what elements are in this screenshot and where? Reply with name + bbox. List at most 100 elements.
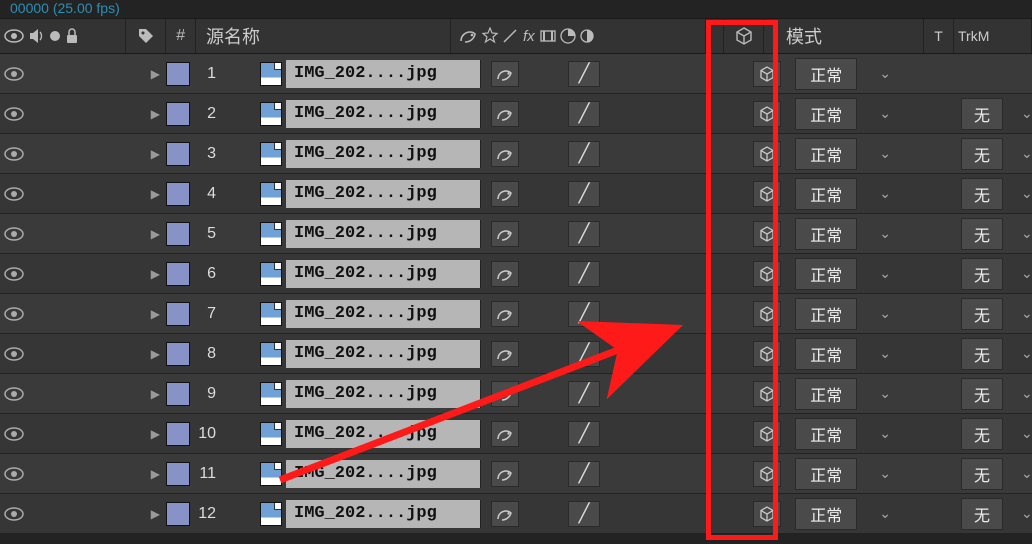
track-matte-dropdown[interactable]: 无	[961, 218, 1003, 250]
track-matte-dropdown[interactable]: 无	[961, 458, 1003, 490]
shy-switch[interactable]	[485, 101, 525, 127]
layer-row[interactable]: ▶ 5 IMG_202....jpg ╱ 正常 ⌄ 无⌄	[0, 214, 1032, 254]
layer-name[interactable]: IMG_202....jpg	[286, 100, 481, 128]
expand-toggle[interactable]: ▶	[126, 307, 166, 321]
3d-switch[interactable]	[747, 181, 787, 207]
star-icon[interactable]	[481, 27, 499, 45]
3d-switch[interactable]	[747, 261, 787, 287]
color-swatch[interactable]	[166, 462, 190, 486]
expand-toggle[interactable]: ▶	[126, 187, 166, 201]
color-swatch[interactable]	[166, 302, 190, 326]
3d-switch[interactable]	[747, 461, 787, 487]
quality-switch[interactable]: ╱	[563, 341, 605, 367]
motion-blur-icon[interactable]	[559, 27, 577, 45]
expand-toggle[interactable]: ▶	[126, 267, 166, 281]
label-header[interactable]	[126, 19, 166, 53]
visibility-toggle[interactable]	[0, 147, 28, 161]
quality-switch[interactable]: ╱	[563, 261, 605, 287]
layer-name[interactable]: IMG_202....jpg	[286, 220, 481, 248]
t-header[interactable]: T	[924, 19, 954, 53]
blend-mode-dropdown[interactable]: 正常	[795, 498, 857, 530]
layer-row[interactable]: ▶ 12 IMG_202....jpg ╱ 正常 ⌄ 无⌄	[0, 494, 1032, 534]
layer-row[interactable]: ▶ 4 IMG_202....jpg ╱ 正常 ⌄ 无⌄	[0, 174, 1032, 214]
color-swatch[interactable]	[166, 62, 190, 86]
blend-mode-dropdown[interactable]: 正常	[795, 458, 857, 490]
mode-header[interactable]: 模式	[764, 19, 924, 53]
quality-switch[interactable]: ╱	[563, 101, 605, 127]
color-swatch[interactable]	[166, 222, 190, 246]
quality-switch[interactable]: ╱	[563, 221, 605, 247]
expand-toggle[interactable]: ▶	[126, 507, 166, 521]
shy-switch[interactable]	[485, 61, 525, 87]
layer-row[interactable]: ▶ 10 IMG_202....jpg ╱ 正常 ⌄ 无⌄	[0, 414, 1032, 454]
frame-blend-icon[interactable]	[539, 28, 557, 44]
3d-switch[interactable]	[747, 381, 787, 407]
eye-icon[interactable]	[4, 29, 24, 43]
visibility-toggle[interactable]	[0, 187, 28, 201]
shy-switch[interactable]	[485, 501, 525, 527]
shy-switch[interactable]	[485, 461, 525, 487]
shy-switch[interactable]	[485, 261, 525, 287]
visibility-toggle[interactable]	[0, 347, 28, 361]
3d-switch[interactable]	[747, 341, 787, 367]
expand-toggle[interactable]: ▶	[126, 147, 166, 161]
3d-switch[interactable]	[747, 141, 787, 167]
lock-icon[interactable]	[64, 27, 80, 45]
blend-mode-dropdown[interactable]: 正常	[795, 138, 857, 170]
track-matte-dropdown[interactable]: 无	[961, 378, 1003, 410]
color-swatch[interactable]	[166, 382, 190, 406]
quality-switch[interactable]: ╱	[563, 301, 605, 327]
shy-switch[interactable]	[485, 301, 525, 327]
color-swatch[interactable]	[166, 182, 190, 206]
track-matte-dropdown[interactable]: 无	[961, 418, 1003, 450]
quality-switch[interactable]: ╱	[563, 501, 605, 527]
solo-icon[interactable]	[50, 31, 60, 41]
expand-toggle[interactable]: ▶	[126, 427, 166, 441]
3d-switch[interactable]	[747, 421, 787, 447]
layer-name[interactable]: IMG_202....jpg	[286, 180, 481, 208]
cube-header[interactable]	[724, 19, 764, 53]
track-matte-dropdown[interactable]: 无	[961, 338, 1003, 370]
index-header[interactable]: #	[166, 19, 196, 53]
layer-row[interactable]: ▶ 6 IMG_202....jpg ╱ 正常 ⌄ 无⌄	[0, 254, 1032, 294]
color-swatch[interactable]	[166, 422, 190, 446]
layer-row[interactable]: ▶ 9 IMG_202....jpg ╱ 正常 ⌄ 无⌄	[0, 374, 1032, 414]
quality-switch[interactable]: ╱	[563, 461, 605, 487]
color-swatch[interactable]	[166, 342, 190, 366]
layer-name[interactable]: IMG_202....jpg	[286, 140, 481, 168]
adjustment-icon[interactable]	[579, 28, 595, 44]
shy-switch[interactable]	[485, 421, 525, 447]
layer-name[interactable]: IMG_202....jpg	[286, 260, 481, 288]
blend-mode-dropdown[interactable]: 正常	[795, 218, 857, 250]
visibility-toggle[interactable]	[0, 387, 28, 401]
3d-switch[interactable]	[747, 301, 787, 327]
shy-switch[interactable]	[485, 141, 525, 167]
blend-mode-dropdown[interactable]: 正常	[795, 338, 857, 370]
layer-name[interactable]: IMG_202....jpg	[286, 340, 481, 368]
quality-switch[interactable]: ╱	[563, 381, 605, 407]
blend-mode-dropdown[interactable]: 正常	[795, 58, 857, 90]
color-swatch[interactable]	[166, 142, 190, 166]
shy-icon[interactable]	[457, 27, 479, 45]
3d-switch[interactable]	[747, 101, 787, 127]
visibility-toggle[interactable]	[0, 227, 28, 241]
source-name-header[interactable]: 源名称	[196, 19, 451, 53]
track-matte-dropdown[interactable]: 无	[961, 298, 1003, 330]
visibility-toggle[interactable]	[0, 67, 28, 81]
trk-header[interactable]: TrkM	[954, 19, 1032, 53]
shy-switch[interactable]	[485, 181, 525, 207]
quality-switch[interactable]: ╱	[563, 181, 605, 207]
color-swatch[interactable]	[166, 262, 190, 286]
layer-name[interactable]: IMG_202....jpg	[286, 420, 481, 448]
quality-switch[interactable]: ╱	[563, 61, 605, 87]
expand-toggle[interactable]: ▶	[126, 107, 166, 121]
line-icon[interactable]	[501, 27, 519, 45]
visibility-toggle[interactable]	[0, 307, 28, 321]
layer-name[interactable]: IMG_202....jpg	[286, 60, 481, 88]
layer-row[interactable]: ▶ 1 IMG_202....jpg ╱ 正常 ⌄	[0, 54, 1032, 94]
3d-switch[interactable]	[747, 501, 787, 527]
visibility-toggle[interactable]	[0, 107, 28, 121]
blend-mode-dropdown[interactable]: 正常	[795, 178, 857, 210]
visibility-toggle[interactable]	[0, 507, 28, 521]
track-matte-dropdown[interactable]: 无	[961, 178, 1003, 210]
